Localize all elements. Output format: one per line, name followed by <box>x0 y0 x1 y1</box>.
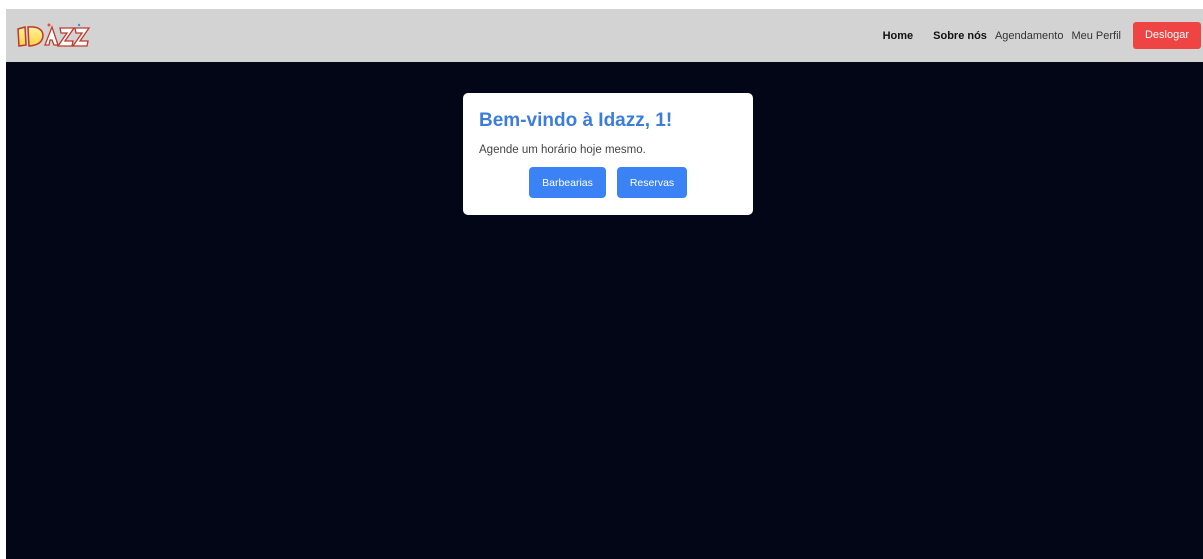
logout-button[interactable]: Deslogar <box>1132 22 1201 49</box>
nav-sobre-nos-link[interactable]: Sobre nós <box>933 30 987 42</box>
welcome-card: Bem-vindo à Idazz, 1! Agende um horário … <box>463 93 753 215</box>
app-window: Home Sobre nós Agendamento Meu Perfil De… <box>0 0 1203 559</box>
nav-agendamento-link[interactable]: Agendamento <box>995 30 1064 42</box>
brand-logo[interactable] <box>16 21 92 51</box>
nav-menu: Home Sobre nós Agendamento Meu Perfil De… <box>883 9 1203 62</box>
barbearias-button[interactable]: Barbearias <box>529 167 606 198</box>
welcome-title: Bem-vindo à Idazz, 1! <box>479 110 673 131</box>
reservas-button[interactable]: Reservas <box>617 167 687 198</box>
navbar: Home Sobre nós Agendamento Meu Perfil De… <box>6 9 1203 62</box>
nav-meu-perfil-link[interactable]: Meu Perfil <box>1071 30 1121 42</box>
graffiti-logo-icon <box>17 23 91 47</box>
welcome-actions: Barbearias Reservas <box>479 167 737 198</box>
nav-home-link[interactable]: Home <box>883 30 914 42</box>
main-content: Bem-vindo à Idazz, 1! Agende um horário … <box>6 62 1203 559</box>
welcome-subtitle: Agende um horário hoje mesmo. <box>479 144 646 156</box>
